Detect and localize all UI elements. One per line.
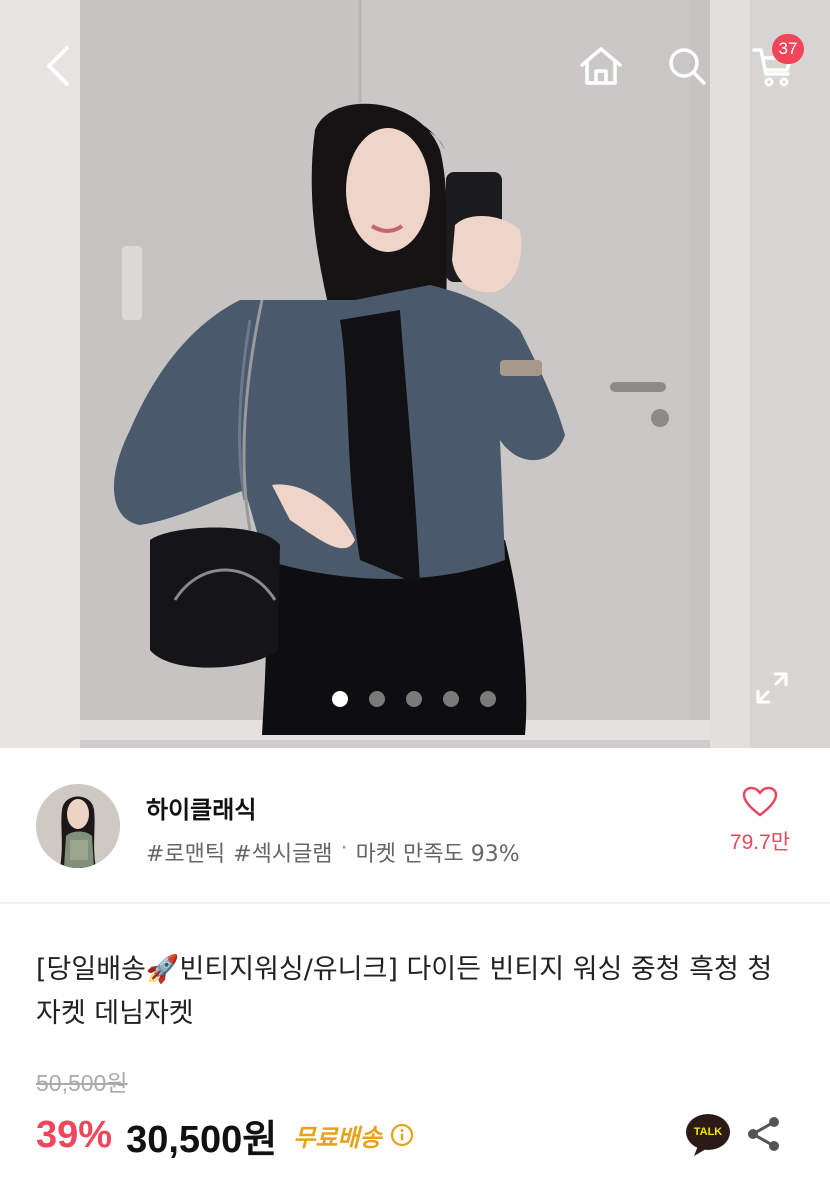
share-button[interactable] — [744, 1114, 784, 1154]
seller-section: 하이클래식 #로맨틱 #섹시글램 · 마켓 만족도 93% 79.7만 — [0, 748, 830, 904]
sale-price: 30,500원 — [126, 1118, 278, 1161]
shipping-info-icon[interactable] — [390, 1123, 414, 1147]
kakao-talk-button[interactable]: TALK — [684, 1112, 732, 1158]
slide-dot-1[interactable] — [332, 691, 348, 707]
product-title: [당일배송🚀빈티지워싱/유니크] 다이든 빈티지 워싱 중청 흑청 청자켓 데님… — [36, 954, 773, 1029]
seller-avatar[interactable] — [36, 784, 120, 868]
slide-indicator — [332, 690, 496, 708]
tag-separator: · — [340, 836, 348, 861]
home-button[interactable] — [572, 38, 630, 94]
expand-icon — [756, 672, 788, 704]
share-icon — [748, 1117, 779, 1151]
product-image-gallery[interactable]: 37 — [0, 0, 830, 748]
discount-rate: 39% — [36, 1113, 113, 1156]
seller-tag-romantic[interactable]: #로맨틱 — [146, 836, 225, 868]
heart-icon — [742, 786, 778, 817]
price-row: 39% 30,500원 무료배송 — [36, 1108, 414, 1162]
market-satisfaction: 마켓 만족도 93% — [355, 842, 520, 867]
info-icon — [390, 1123, 413, 1147]
chevron-left-icon — [47, 46, 69, 86]
seller-avatar-image — [36, 784, 120, 868]
seller-name[interactable]: 하이클래식 — [146, 790, 256, 825]
slide-dot-5[interactable] — [480, 691, 496, 707]
expand-image-button[interactable] — [748, 664, 796, 712]
search-icon — [669, 48, 706, 85]
like-button[interactable]: 79.7만 — [712, 786, 808, 866]
back-button[interactable] — [30, 38, 86, 94]
slide-dot-4[interactable] — [443, 691, 459, 707]
talk-label: TALK — [693, 1126, 723, 1138]
cart-count-badge: 37 — [772, 34, 804, 64]
slide-dot-3[interactable] — [406, 691, 422, 707]
search-button[interactable] — [658, 38, 716, 94]
slide-dot-2[interactable] — [369, 691, 385, 707]
original-price: 50,500원 — [36, 1070, 128, 1096]
product-photo — [0, 0, 830, 748]
like-count: 79.7만 — [729, 831, 791, 854]
home-icon — [580, 47, 622, 85]
seller-tag-sexy-glam[interactable]: #섹시글램 — [233, 836, 332, 868]
free-shipping-label: 무료배송 — [293, 1123, 382, 1152]
seller-tags: #로맨틱 #섹시글램 · 마켓 만족도 93% — [146, 836, 528, 868]
